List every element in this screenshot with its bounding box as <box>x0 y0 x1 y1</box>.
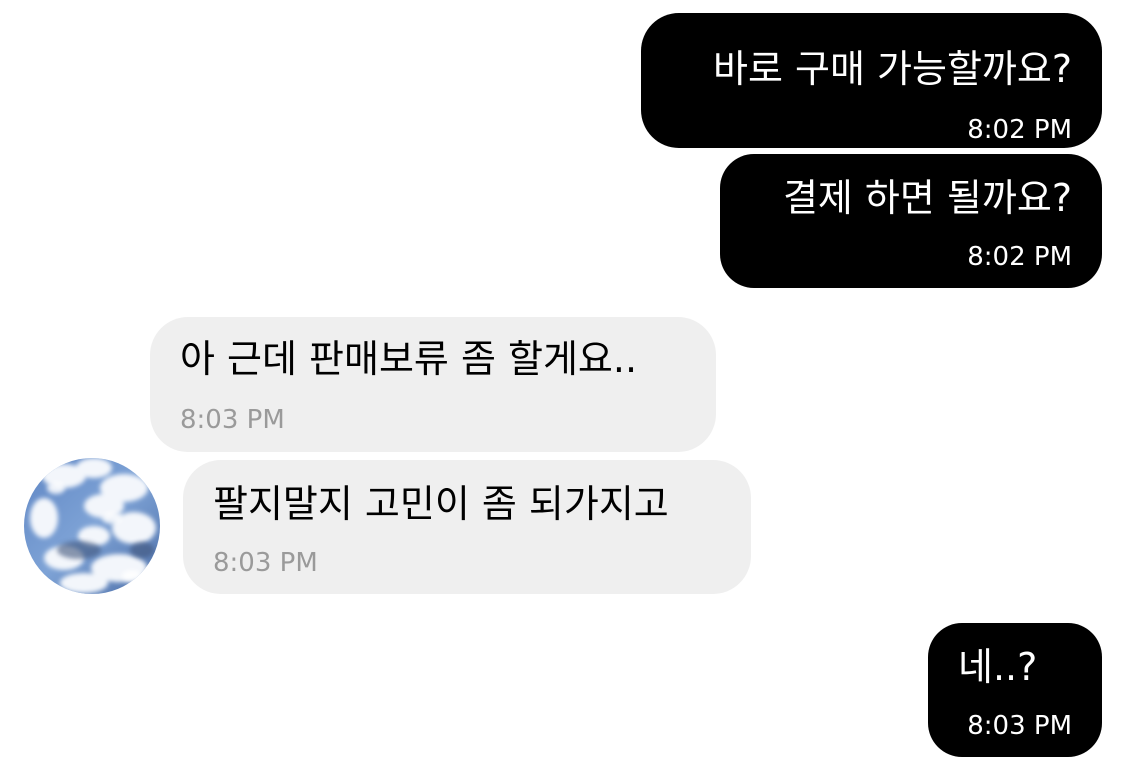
message-timestamp: 8:03 PM <box>967 711 1072 741</box>
message-timestamp: 8:03 PM <box>213 548 318 578</box>
message-text: 결제 하면 될까요? <box>782 176 1072 220</box>
message-bubble-received[interactable]: 팔지말지 고민이 좀 되가지고 8:03 PM <box>183 460 751 594</box>
message-text: 팔지말지 고민이 좀 되가지고 <box>213 482 669 526</box>
message-text: 네..? <box>958 645 1038 689</box>
message-timestamp: 8:02 PM <box>967 242 1072 272</box>
sky-clouds-avatar-icon <box>24 458 160 594</box>
message-bubble-sent[interactable]: 결제 하면 될까요? 8:02 PM <box>720 154 1102 288</box>
message-text: 아 근데 판매보류 좀 할게요.. <box>180 337 638 381</box>
message-bubble-sent[interactable]: 바로 구매 가능할까요? 8:02 PM <box>641 13 1102 148</box>
sender-avatar[interactable] <box>24 458 160 594</box>
message-text: 바로 구매 가능할까요? <box>713 47 1072 91</box>
message-timestamp: 8:03 PM <box>180 405 285 435</box>
message-bubble-received[interactable]: 아 근데 판매보류 좀 할게요.. 8:03 PM <box>150 317 716 452</box>
message-bubble-sent[interactable]: 네..? 8:03 PM <box>928 623 1102 757</box>
message-timestamp: 8:02 PM <box>967 115 1072 145</box>
